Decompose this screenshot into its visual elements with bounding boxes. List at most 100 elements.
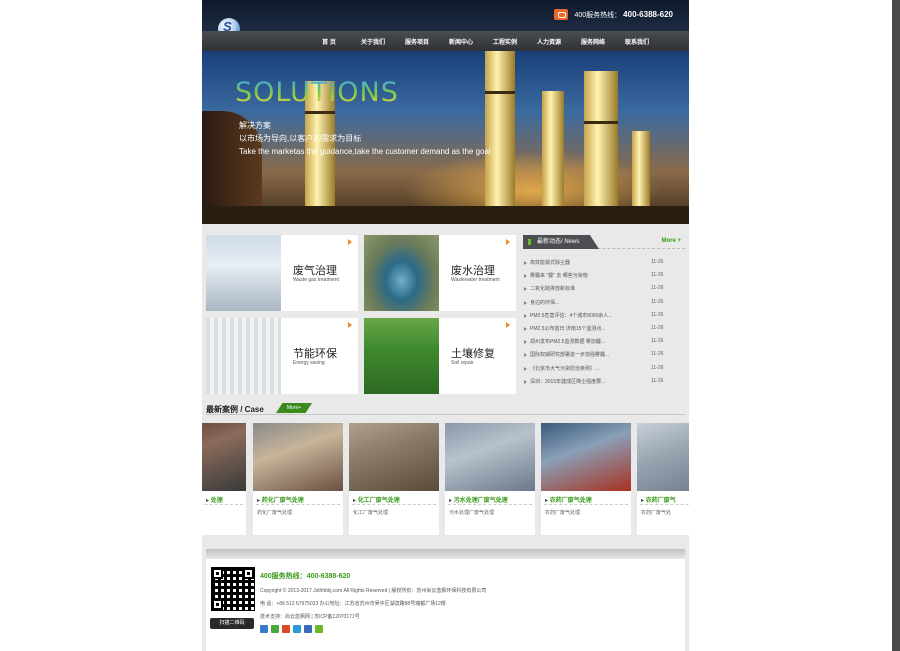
case-divider-line <box>544 504 628 505</box>
news-item[interactable]: 郑州发布PM2.5监测数据 雾加霾... 11-26 <box>523 338 685 351</box>
news-title: 国际权威研究部署进一步加强雾霾... <box>530 352 610 359</box>
service-card-waste-gas[interactable]: 废气治理 Waste gas treatment <box>206 235 358 311</box>
nav-item-news[interactable]: 新闻中心 <box>439 37 483 46</box>
case-subtitle: 农药厂废气处理 <box>545 510 581 516</box>
case-more-button[interactable]: More+ <box>276 403 312 413</box>
nav-item-home[interactable]: 首 页 <box>307 37 351 46</box>
share-weibo-icon[interactable] <box>282 625 290 633</box>
news-item[interactable]: PM2.5危害评估：4个城市8000余人... 11-26 <box>523 312 685 325</box>
news-title: 二氧化硫排放新标准 <box>530 286 576 293</box>
news-item[interactable]: 《北京市大气污染防治条例》... 11-26 <box>523 365 685 378</box>
share-more-icon[interactable] <box>315 625 323 633</box>
case-card[interactable]: 农药厂废气 农药厂废气处 <box>637 423 689 535</box>
nav-item-hr[interactable]: 人力资源 <box>527 37 571 46</box>
news-item[interactable]: 国际权威研究部署进一步加强雾霾... 11-26 <box>523 351 685 364</box>
news-title: PM2.5公布首日 济南15个监测点... <box>530 325 606 332</box>
nav-item-projects[interactable]: 工程实例 <box>483 37 527 46</box>
news-date: 11-26 <box>651 351 664 358</box>
share-renren-icon[interactable] <box>304 625 312 633</box>
service-title: 废气治理 <box>293 265 337 277</box>
right-margin <box>689 0 892 651</box>
service-image <box>206 318 281 394</box>
banner-tower <box>542 91 564 224</box>
hero-banner[interactable]: SOLUTIONS 解决方案 以市场为导向,以客户的需求为目标 Take the… <box>202 51 689 224</box>
news-item[interactable]: 高效能袋式除尘器 11-26 <box>523 259 685 272</box>
service-subtitle: Soil repair <box>451 360 474 366</box>
share-tencent-icon[interactable] <box>293 625 301 633</box>
news-date: 11-26 <box>651 259 664 265</box>
news-more-link[interactable]: More + <box>661 238 681 244</box>
case-subtitle: 污水处理厂废气处理 <box>449 510 495 516</box>
news-item[interactable]: 雾霾来 "霾" 去 哪些污染物 11-26 <box>523 272 685 285</box>
case-card[interactable]: 处理 <box>202 423 246 535</box>
arrow-icon <box>348 322 352 328</box>
arrow-icon <box>348 239 352 245</box>
qr-finder <box>212 599 223 610</box>
news-item[interactable]: PM2.5公布首日 济南15个监测点... 11-26 <box>523 325 685 338</box>
case-name: 处理 <box>206 495 223 504</box>
case-subtitle: 农药厂废气处 <box>641 510 672 516</box>
tower-band <box>584 121 618 124</box>
footer-hotline: 400服务热线：400-6388-620 <box>260 573 351 580</box>
case-divider-line <box>256 504 340 505</box>
service-subtitle: Energy saving <box>293 360 325 366</box>
case-card[interactable]: 农药厂废气处理 农药厂废气处理 <box>541 423 631 535</box>
news-item[interactable]: 二氧化硫排放新标准 11-26 <box>523 285 685 298</box>
scrollbar[interactable] <box>892 0 900 651</box>
nav-item-services[interactable]: 服务项目 <box>395 37 439 46</box>
case-card[interactable]: 化工厂废气处理 化工厂废气处理 <box>349 423 439 535</box>
footer-support[interactable]: 技术支持：尚云蓝枫网 | 苏ICP备12070171号 <box>260 613 360 620</box>
news-tab[interactable]: 最新动态/ News <box>523 235 599 249</box>
main-nav: 首 页 关于我们 服务项目 新闻中心 工程实例 人力资源 服务网络 联系我们 <box>202 31 689 51</box>
case-name: 农药厂废气 <box>641 495 676 504</box>
service-card-soil[interactable]: 土壤修复 Soil repair <box>364 318 516 394</box>
case-card[interactable]: 药化厂废气处理 药化厂废气处理 <box>253 423 343 535</box>
case-image <box>349 423 439 491</box>
nav-item-about[interactable]: 关于我们 <box>351 37 395 46</box>
nav-item-network[interactable]: 服务网络 <box>571 37 615 46</box>
news-title: 郑州发布PM2.5监测数据 雾加霾... <box>530 339 606 346</box>
left-margin <box>0 0 202 651</box>
footer-shadow <box>206 549 685 559</box>
qr-label: 扫描二维码 <box>210 618 254 629</box>
service-title: 土壤修复 <box>451 348 495 360</box>
news-date: 11-26 <box>651 377 664 384</box>
news-date: 11-26 <box>651 285 664 292</box>
case-card[interactable]: 污水处理厂废气处理 污水处理厂废气处理 <box>445 423 535 535</box>
share-qzone-icon[interactable] <box>260 625 268 633</box>
page: S SUYUNJIXIE 400服务热线： 400-6388-620 首 页 关… <box>202 0 689 651</box>
footer: 扫描二维码 400服务热线：400-6388-620 Copyright © 2… <box>206 559 685 651</box>
news-header: 最新动态/ News More + <box>523 235 685 249</box>
news-date: 11-26 <box>651 324 664 331</box>
nav-item-contact[interactable]: 联系我们 <box>615 37 659 46</box>
service-title: 节能环保 <box>293 348 337 360</box>
service-card-energy[interactable]: 节能环保 Energy saving <box>206 318 358 394</box>
case-divider-line <box>352 504 436 505</box>
header-hotline: 400服务热线： 400-6388-620 <box>554 9 673 20</box>
case-image <box>445 423 535 491</box>
news-date: 11-26 <box>651 364 664 371</box>
qr-finder <box>212 568 223 579</box>
banner-title: SOLUTIONS <box>235 77 399 108</box>
banner-ground <box>202 206 689 224</box>
news-date: 11-26 <box>651 298 664 305</box>
service-title: 废水治理 <box>451 265 495 277</box>
service-image <box>364 318 439 394</box>
case-image <box>202 423 246 491</box>
news-item[interactable]: 身边的环保... 11-26 <box>523 299 685 312</box>
footer-contact: 电 话：+86 512 67975033 办公地址：江苏省苏州市吴中区湖滨路88… <box>260 601 446 607</box>
case-subtitle: 化工厂废气处理 <box>353 510 389 516</box>
case-divider-line <box>448 504 532 505</box>
service-subtitle: Wastewater treatment <box>451 277 500 283</box>
phone-icon <box>554 9 569 20</box>
case-divider <box>206 414 685 415</box>
share-wechat-icon[interactable] <box>271 625 279 633</box>
arrow-icon <box>506 239 510 245</box>
banner-slogan-en: Take the marketas the guidance,take the … <box>239 147 491 156</box>
case-divider-line <box>202 504 243 505</box>
service-card-wastewater[interactable]: 废水治理 Wastewater treatment <box>364 235 516 311</box>
news-title: 身边的环保... <box>530 299 560 306</box>
banner-tower <box>485 51 515 224</box>
case-image <box>637 423 689 491</box>
news-item[interactable]: 深圳：2015年建成区降尘强度要... 11-26 <box>523 378 685 391</box>
